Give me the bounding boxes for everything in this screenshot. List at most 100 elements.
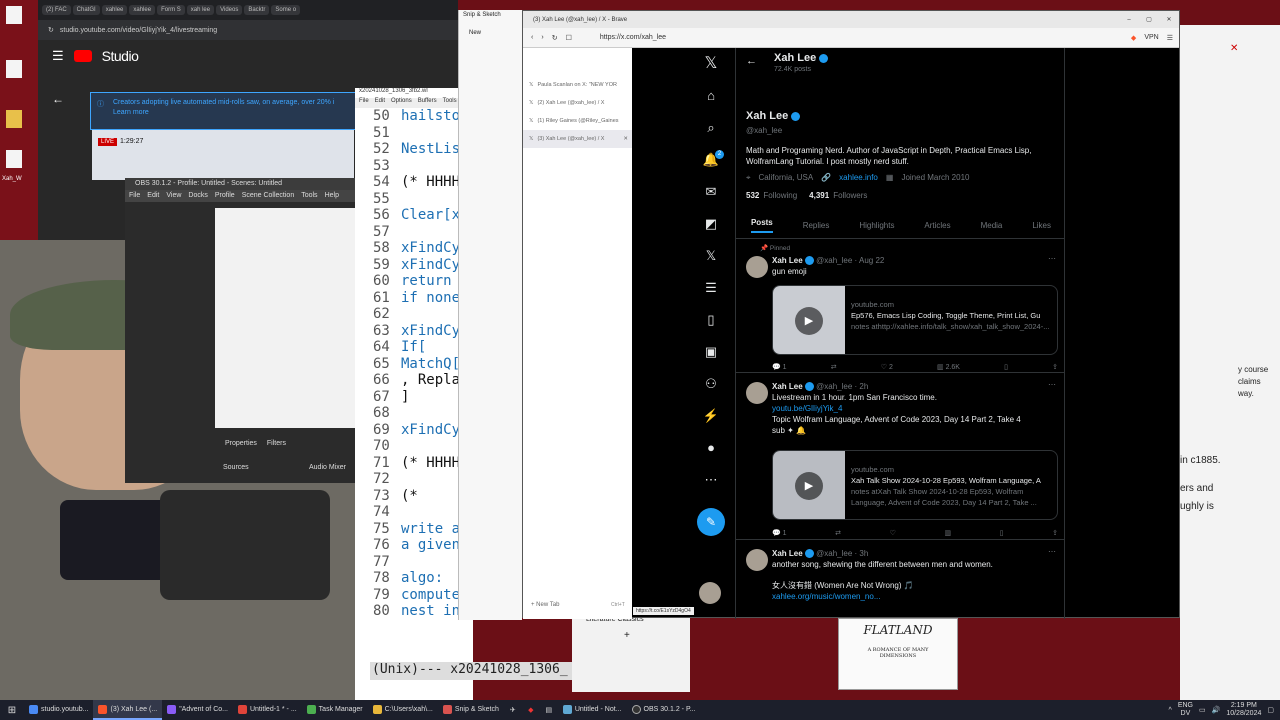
chevron-up-icon[interactable]: ^ — [1169, 707, 1172, 714]
code-line[interactable]: 67] — [373, 389, 409, 405]
premium-icon[interactable]: 𝕏 — [701, 246, 721, 266]
start-icon[interactable]: ⊞ — [0, 705, 24, 716]
emacs-menu-item[interactable]: File — [359, 98, 369, 108]
lists-icon[interactable]: ☰ — [701, 278, 721, 298]
tab-highlights[interactable]: Highlights — [859, 221, 894, 230]
taskbar-icon[interactable]: ▤ — [540, 706, 558, 714]
obs-menu-item[interactable]: File — [129, 190, 140, 202]
desktop-icon[interactable] — [6, 60, 22, 78]
more-options-icon[interactable]: ⋯ — [1048, 547, 1056, 556]
emacs-menu-item[interactable]: Edit — [375, 98, 385, 108]
share-icon[interactable]: ⇪ — [1052, 529, 1058, 537]
tab-likes[interactable]: Likes — [1032, 221, 1051, 230]
taskbar-item[interactable]: "Advent of Co... — [162, 700, 233, 720]
youtube-logo-icon[interactable] — [73, 50, 92, 62]
tab-media[interactable]: Media — [981, 221, 1003, 230]
tab-replies[interactable]: Replies — [803, 221, 830, 230]
obs-menu-item[interactable]: Scene Collection — [242, 190, 295, 202]
close-icon[interactable]: ✕ — [1159, 16, 1179, 23]
tweet[interactable]: Xah Lee @xah_lee · 3h another song, shew… — [736, 541, 1064, 619]
taskbar-item[interactable]: Snip & Sketch — [438, 700, 504, 720]
profile-icon[interactable]: ● — [701, 438, 721, 458]
grok-icon[interactable]: ◩ — [701, 214, 721, 234]
url-field[interactable]: https://x.com/xah_lee — [600, 34, 666, 41]
code-line[interactable]: 75 write a — [373, 521, 460, 537]
tweet-author[interactable]: Xah Lee — [772, 549, 803, 558]
more-icon[interactable]: ⋯ — [701, 470, 721, 490]
account-avatar[interactable] — [699, 582, 721, 604]
properties-tab[interactable]: Properties — [225, 440, 257, 447]
browser-tab[interactable]: xahlee — [101, 5, 128, 15]
brave-shield-icon[interactable]: ◆ — [1131, 34, 1136, 42]
browser-tab[interactable]: Backtr — [244, 5, 270, 15]
taskbar-item[interactable]: OBS 30.1.2 - P... — [627, 700, 701, 720]
browser-tab[interactable]: xah lee — [186, 5, 215, 15]
views-button[interactable]: ▥ 2.6K — [937, 363, 960, 371]
vertical-tab[interactable]: 𝕏 Paula Scanlan on X: "NEW YOR — [523, 76, 632, 94]
reply-button[interactable]: 💬 1 — [772, 363, 787, 371]
x-logo-icon[interactable]: 𝕏 — [701, 54, 721, 74]
communities-icon[interactable]: ⚇ — [701, 374, 721, 394]
code-line[interactable]: 78 algo: — [373, 570, 443, 586]
explore-icon[interactable]: ⌕ — [701, 118, 721, 138]
back-arrow-icon[interactable]: ← — [52, 92, 64, 106]
tweet-time[interactable]: · 3h — [855, 549, 869, 558]
avatar[interactable] — [746, 549, 768, 571]
tweet-time[interactable]: · 2h — [855, 382, 869, 391]
tab-posts[interactable]: Posts — [750, 218, 773, 233]
profile-timeline[interactable]: ← Xah Lee 72.4K posts Xah Lee @xah_lee M… — [735, 48, 1065, 619]
desktop-icon[interactable] — [6, 6, 22, 24]
code-line[interactable]: 72 — [373, 471, 401, 487]
obs-menu-item[interactable]: View — [166, 190, 181, 202]
back-arrow-icon[interactable]: ← — [746, 55, 757, 67]
browser-tab[interactable]: ChatGI — [72, 5, 100, 15]
code-line[interactable]: 69 xFindCyc — [373, 422, 468, 438]
code-line[interactable]: 60 return a — [373, 273, 468, 289]
tab-articles[interactable]: Articles — [924, 221, 950, 230]
website-link[interactable]: xahlee.info — [839, 173, 878, 183]
code-line[interactable]: 70 — [373, 438, 401, 454]
learn-more-link[interactable]: Learn more — [113, 109, 381, 116]
views-button[interactable]: ▥ — [944, 529, 951, 537]
obs-menu-item[interactable]: Help — [325, 190, 339, 202]
avatar[interactable] — [746, 382, 768, 404]
forward-icon[interactable]: › — [541, 34, 543, 41]
code-line[interactable]: 76 a given — [373, 537, 460, 553]
desktop-icon[interactable] — [6, 150, 22, 168]
notification-icon[interactable]: ▢ — [1267, 706, 1274, 714]
menu-icon[interactable]: ☰ — [1167, 34, 1173, 42]
repost-button[interactable]: ⇄ — [835, 529, 841, 537]
obs-menu-item[interactable]: Tools — [301, 190, 317, 202]
code-line[interactable]: 68 — [373, 405, 401, 421]
share-icon[interactable]: ⇪ — [1052, 363, 1058, 371]
taskbar-item[interactable]: Untitled-1 * - ... — [233, 700, 302, 720]
maximize-icon[interactable]: ▢ — [1139, 16, 1159, 23]
code-line[interactable]: 52 NestList — [373, 141, 468, 157]
code-line[interactable]: 64 If[ — [373, 339, 426, 355]
code-line[interactable]: 62 — [373, 306, 401, 322]
repost-button[interactable]: ⇄ — [831, 363, 837, 371]
close-icon[interactable]: ✕ — [1230, 43, 1238, 54]
filters-tab[interactable]: Filters — [267, 440, 286, 447]
back-icon[interactable]: ‹ — [531, 34, 533, 41]
jobs-icon[interactable]: ▣ — [701, 342, 721, 362]
code-line[interactable]: 77 — [373, 554, 401, 570]
like-button[interactable]: ♡ 2 — [881, 363, 893, 371]
bookmark-icon[interactable]: ▯ — [1000, 529, 1004, 537]
code-line[interactable]: 51 — [373, 125, 401, 141]
taskbar-item[interactable]: studio.youtub... — [24, 700, 93, 720]
following-label[interactable]: Following — [763, 191, 797, 200]
tweet-link[interactable]: youtu.be/GlIiyjYik_4 — [772, 403, 1058, 414]
reload-icon[interactable]: ↻ — [48, 26, 54, 34]
link-card[interactable]: ▶ youtube.com Xah Talk Show 2024-10-28 E… — [772, 450, 1058, 520]
clock[interactable]: 2:19 PM 10/28/2024 — [1226, 702, 1261, 718]
browser-tab[interactable]: xahlee — [129, 5, 156, 15]
code-line[interactable]: 66, Replac — [373, 372, 468, 388]
code-line[interactable]: 58 xFindCyc — [373, 240, 468, 256]
close-tab-icon[interactable]: ✕ — [623, 136, 628, 142]
following-count[interactable]: 532 — [746, 191, 759, 200]
vertical-tab[interactable]: 𝕏 (2) Xah Lee (@xah_lee) / X — [523, 94, 632, 112]
taskbar-item[interactable]: Untitled - Not... — [558, 700, 627, 720]
more-options-icon[interactable]: ⋯ — [1048, 254, 1056, 263]
emacs-menu-item[interactable]: Options — [391, 98, 412, 108]
